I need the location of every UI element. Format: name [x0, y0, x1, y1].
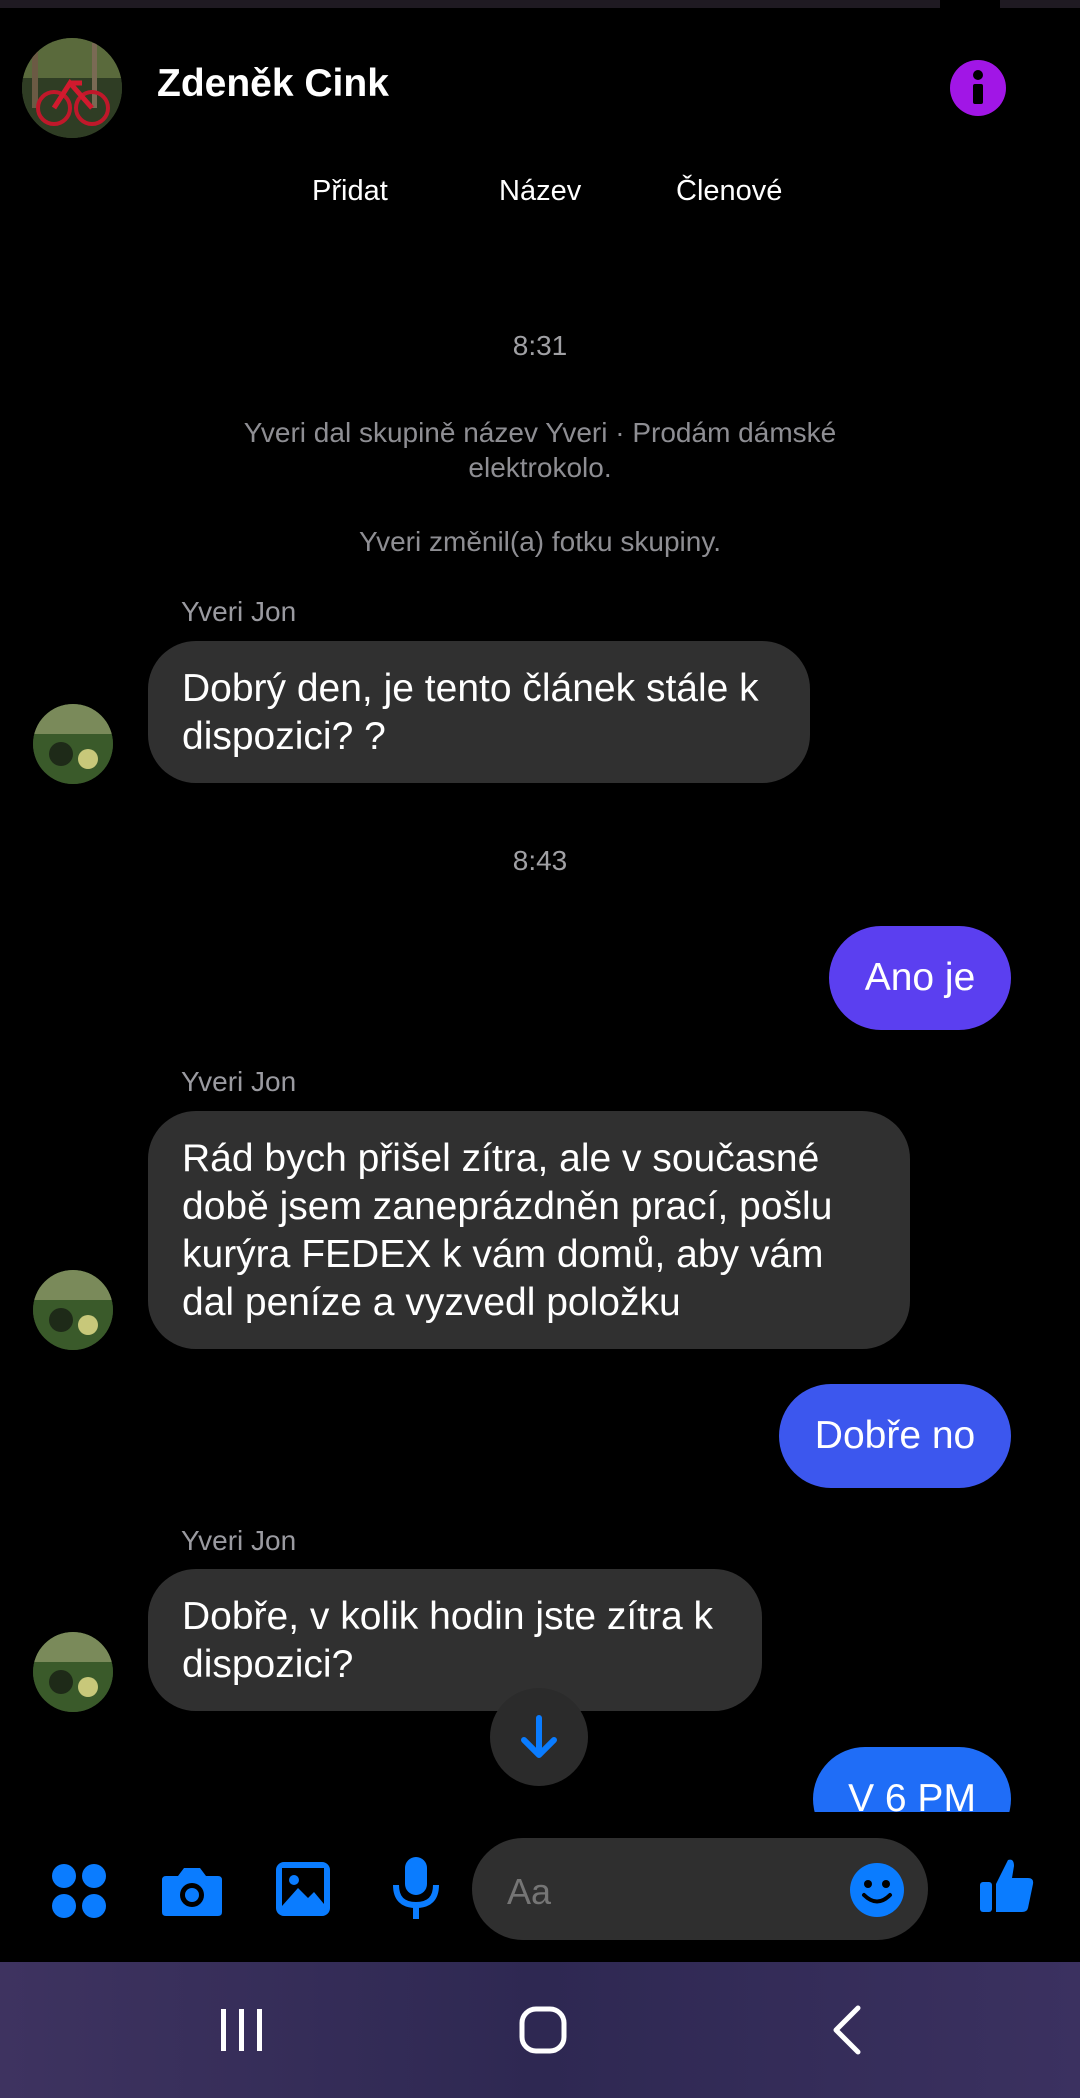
sender-name: Yveri Jon	[181, 596, 297, 627]
arrow-down-icon	[521, 1715, 557, 1758]
emoji-icon[interactable]	[849, 1862, 905, 1923]
group-avatar[interactable]	[22, 38, 122, 138]
scroll-to-bottom-button[interactable]	[490, 1688, 588, 1786]
sender-avatar[interactable]	[33, 704, 113, 784]
timestamp: 8:43	[512, 845, 568, 876]
outgoing-message[interactable]: V 6 PM	[813, 1747, 1011, 1812]
status-notch	[940, 0, 1000, 8]
add-action[interactable]: Přidat	[312, 175, 388, 208]
recent-apps-icon[interactable]	[219, 2007, 265, 2058]
timestamp: 8:31	[512, 330, 568, 361]
incoming-message[interactable]: Dobrý den, je tento článek stále k dispo…	[148, 641, 810, 783]
image-icon[interactable]	[274, 1860, 332, 1923]
sender-name: Yveri Jon	[181, 1525, 297, 1556]
info-button[interactable]	[950, 60, 1006, 116]
message-input[interactable]	[505, 1870, 829, 1914]
status-strip	[0, 0, 1080, 8]
incoming-message[interactable]: Rád bych přišel zítra, ale v současné do…	[148, 1111, 910, 1349]
name-action[interactable]: Název	[499, 175, 581, 208]
sender-avatar[interactable]	[33, 1632, 113, 1712]
outgoing-message[interactable]: Ano je	[829, 926, 1011, 1030]
microphone-icon[interactable]	[392, 1855, 440, 1926]
apps-icon[interactable]	[50, 1862, 108, 1925]
info-icon	[973, 70, 983, 104]
thumbs-up-icon[interactable]	[978, 1856, 1036, 1921]
back-icon[interactable]	[830, 2004, 864, 2061]
chat-title[interactable]: Zdeněk Cink	[157, 62, 389, 106]
sender-avatar[interactable]	[33, 1270, 113, 1350]
system-message: Yveri změnil(a) fotku skupiny.	[358, 526, 722, 557]
outgoing-message[interactable]: Dobře no	[779, 1384, 1011, 1488]
camera-icon[interactable]	[160, 1862, 224, 1923]
home-icon[interactable]	[519, 2006, 567, 2059]
members-action[interactable]: Členové	[676, 175, 782, 208]
system-message: Yveri dal skupině název Yveri · Prodám d…	[243, 417, 837, 483]
incoming-message[interactable]: Dobře, v kolik hodin jste zítra k dispoz…	[148, 1569, 762, 1711]
sender-name: Yveri Jon	[181, 1066, 297, 1097]
